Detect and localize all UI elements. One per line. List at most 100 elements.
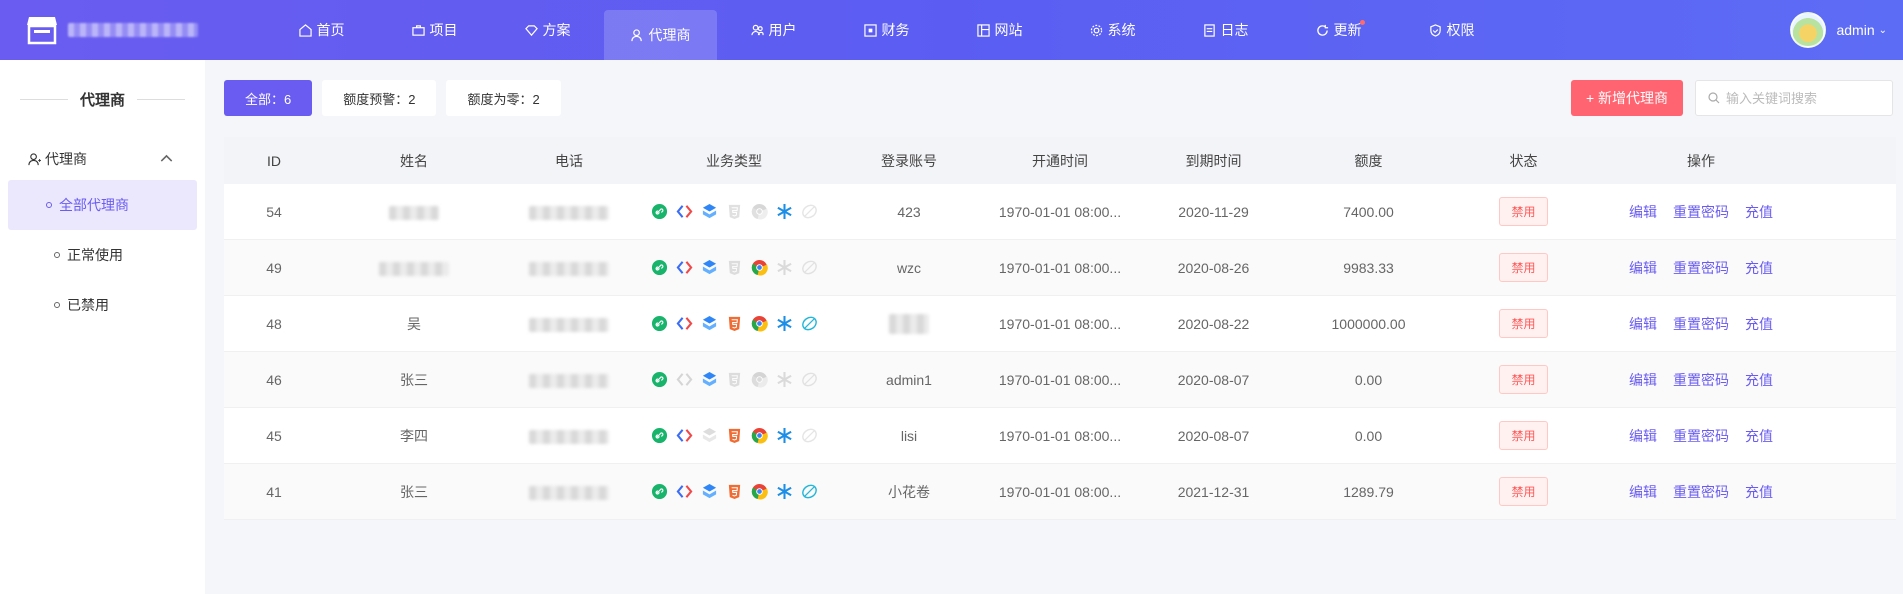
- status-badge[interactable]: 禁用: [1499, 253, 1548, 282]
- avatar[interactable]: [1790, 12, 1827, 48]
- store-logo-icon: [27, 17, 57, 45]
- filter-tab-2[interactable]: 额度为零：2: [446, 80, 561, 116]
- reset-password-link[interactable]: 重置密码: [1673, 202, 1729, 222]
- chrome-icon: [751, 371, 768, 388]
- recharge-link[interactable]: 充值: [1745, 370, 1773, 390]
- recharge-link[interactable]: 充值: [1745, 258, 1773, 278]
- link-icon: [651, 483, 667, 500]
- status-badge[interactable]: 禁用: [1499, 309, 1548, 338]
- link-icon: [651, 427, 667, 444]
- reset-password-link[interactable]: 重置密码: [1673, 426, 1729, 446]
- search-box[interactable]: [1695, 80, 1893, 116]
- nav-item-5[interactable]: 财务: [830, 0, 943, 60]
- nav-label: 更新: [1333, 22, 1362, 38]
- username[interactable]: admin: [1836, 22, 1874, 38]
- reset-password-link[interactable]: 重置密码: [1673, 258, 1729, 278]
- edit-link[interactable]: 编辑: [1629, 202, 1657, 222]
- sidebar-item-1[interactable]: 正常使用: [8, 230, 197, 280]
- redacted-name: [389, 205, 439, 220]
- reset-password-link[interactable]: 重置密码: [1673, 370, 1729, 390]
- redacted-phone: [529, 429, 609, 444]
- logo[interactable]: [0, 0, 205, 60]
- filter-tab-0[interactable]: 全部：6: [224, 80, 313, 116]
- user-menu[interactable]: admin ⌄: [1790, 12, 1887, 48]
- nav-item-1[interactable]: 项目: [378, 0, 491, 60]
- sidebar-group-agents[interactable]: 代理商: [0, 138, 205, 180]
- asterisk-icon: [776, 483, 792, 500]
- chrome-icon: [751, 427, 768, 444]
- leaf-icon: [801, 372, 817, 387]
- recharge-link[interactable]: 充值: [1745, 314, 1773, 334]
- leaf-icon: [801, 428, 817, 443]
- edit-link[interactable]: 编辑: [1629, 314, 1657, 334]
- status-badge[interactable]: 禁用: [1499, 365, 1548, 394]
- code-icon: [676, 429, 692, 442]
- top-navbar: 首页 项目 方案 代理商 用户 财务 网站 系统 日志 更新 权限 admin ⌄: [0, 0, 1903, 60]
- nav-item-6[interactable]: 网站: [943, 0, 1056, 60]
- code-icon: [676, 485, 692, 498]
- sidebar-title: 代理商: [0, 60, 205, 138]
- edit-link[interactable]: 编辑: [1629, 426, 1657, 446]
- cell-ops: 编辑 重置密码 充值: [1601, 482, 1801, 502]
- main-nav: 首页 项目 方案 代理商 用户 财务 网站 系统 日志 更新 权限: [265, 0, 1508, 60]
- nav-label: 方案: [542, 22, 571, 38]
- nav-item-0[interactable]: 首页: [265, 0, 378, 60]
- user-group-icon: [750, 24, 764, 35]
- cell-biz-types: [634, 259, 834, 276]
- edit-link[interactable]: 编辑: [1629, 258, 1657, 278]
- notification-dot: [1360, 20, 1365, 25]
- edit-link[interactable]: 编辑: [1629, 370, 1657, 390]
- nav-item-10[interactable]: 权限: [1395, 0, 1508, 60]
- sidebar-item-0[interactable]: 全部代理商: [8, 180, 197, 230]
- recharge-link[interactable]: 充值: [1745, 202, 1773, 222]
- nav-item-9[interactable]: 更新: [1282, 0, 1395, 60]
- nav-item-7[interactable]: 系统: [1056, 0, 1169, 60]
- cell-status: 禁用: [1446, 197, 1601, 226]
- edit-link[interactable]: 编辑: [1629, 482, 1657, 502]
- finance-icon: [863, 23, 877, 37]
- leaf-icon: [801, 484, 817, 499]
- recharge-link[interactable]: 充值: [1745, 482, 1773, 502]
- nav-label: 财务: [881, 22, 910, 38]
- reset-password-link[interactable]: 重置密码: [1673, 314, 1729, 334]
- nav-item-2[interactable]: 方案: [491, 0, 604, 60]
- html5-icon: [728, 372, 740, 388]
- layers-icon: [702, 259, 716, 275]
- sidebar-item-label: 正常使用: [67, 247, 123, 263]
- cell-account: lisi: [900, 427, 918, 444]
- divider: [19, 98, 68, 100]
- user-icon: [28, 152, 41, 165]
- chrome-icon: [751, 259, 768, 276]
- status-badge[interactable]: 禁用: [1499, 197, 1548, 226]
- cell-biz-types: [634, 371, 834, 388]
- cell-account: 423: [897, 203, 921, 220]
- add-agent-button[interactable]: + 新增代理商: [1571, 80, 1683, 116]
- cell-name: 吴: [407, 315, 421, 332]
- html5-icon: [728, 428, 740, 444]
- status-badge[interactable]: 禁用: [1499, 421, 1548, 450]
- nav-item-4[interactable]: 用户: [717, 0, 830, 60]
- recharge-link[interactable]: 充值: [1745, 426, 1773, 446]
- header-biz: 业务类型: [706, 152, 762, 169]
- chevron-up-icon[interactable]: [160, 152, 173, 165]
- nav-item-8[interactable]: 日志: [1169, 0, 1282, 60]
- code-icon: [676, 205, 692, 218]
- circle-icon: [54, 302, 60, 308]
- filter-tab-1[interactable]: 额度预警：2: [322, 80, 437, 116]
- cell-quota: 7400.00: [1343, 203, 1394, 220]
- nav-item-3[interactable]: 代理商: [604, 10, 717, 60]
- cell-account: wzc: [896, 259, 922, 276]
- cell-id: 41: [266, 483, 282, 500]
- chevron-down-icon[interactable]: ⌄: [1879, 25, 1887, 36]
- html5-icon: [728, 484, 740, 500]
- cell-phone: [504, 483, 634, 500]
- status-badge[interactable]: 禁用: [1499, 477, 1548, 506]
- shield-icon: [1429, 23, 1441, 37]
- cell-id: 48: [266, 315, 282, 332]
- cell-ops: 编辑 重置密码 充值: [1601, 426, 1801, 446]
- reset-password-link[interactable]: 重置密码: [1673, 482, 1729, 502]
- search-input[interactable]: [1726, 90, 1886, 106]
- briefcase-icon: [411, 24, 425, 36]
- nav-label: 网站: [994, 22, 1023, 38]
- sidebar-item-2[interactable]: 已禁用: [8, 280, 197, 330]
